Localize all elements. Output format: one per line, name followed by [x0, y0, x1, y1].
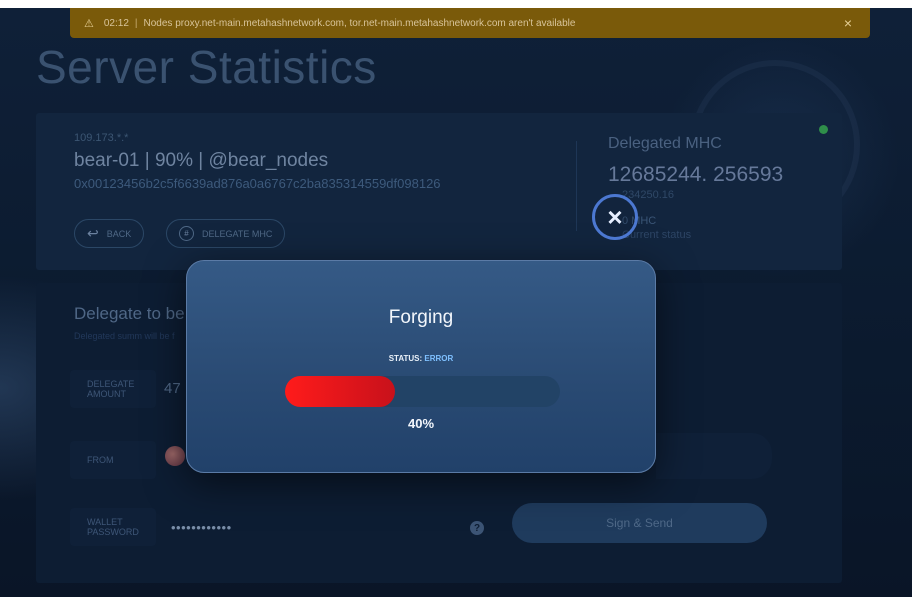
status-prefix: STATUS: [388, 354, 423, 363]
amount-label-line-1: DELEGATE [87, 379, 135, 389]
forging-modal: Forging STATUS: ERROR 40% [186, 260, 656, 473]
node-address: 0x00123456b2c5f6639ad876a0a6767c2ba83531… [74, 176, 441, 191]
banner-separator: | [134, 17, 138, 29]
delegated-value: 12685244. 256593 [608, 163, 784, 186]
help-icon[interactable]: ? [470, 521, 484, 535]
password-label-line-1: WALLET [87, 517, 123, 527]
modal-title: Forging [388, 307, 454, 328]
banner-time: 02:12 [103, 17, 129, 29]
online-status-dot [819, 125, 828, 134]
from-label-text: FROM [87, 455, 114, 465]
warning-banner: ⚠ 02:12 | Nodes proxy.net-main.metahashn… [70, 8, 870, 38]
node-name: bear-01 | 90% | @bear_nodes [74, 150, 329, 171]
modal-close-icon[interactable]: × [592, 194, 638, 240]
node-ip: 109.173.*.* [74, 132, 129, 144]
amount-label-line-2: AMOUNT [87, 389, 126, 399]
modal-status: STATUS: ERROR [187, 354, 655, 363]
node-card: 109.173.*.* bear-01 | 90% | @bear_nodes … [36, 113, 842, 270]
password-input[interactable]: •••••••••••• [171, 520, 232, 535]
form-title: Delegate to be [74, 304, 185, 323]
warning-icon: ⚠ [84, 17, 94, 30]
banner-message: Nodes proxy.net-main.metahashnetwork.com… [143, 17, 576, 29]
password-label-line-2: PASSWORD [87, 527, 139, 537]
back-arrow-icon: ↩ [87, 225, 99, 241]
page-title: Server Statistics [36, 41, 377, 93]
delegate-mhc-button[interactable]: # DELEGATE MHC [166, 219, 286, 248]
from-select[interactable] [656, 433, 772, 479]
wallet-avatar [165, 446, 185, 466]
amount-input[interactable]: 47 [164, 380, 181, 397]
hash-icon: # [179, 226, 194, 241]
card-divider [576, 141, 577, 231]
status-value: ERROR [424, 354, 454, 363]
form-subtitle: Delegated summ will be f [74, 331, 175, 341]
amount-label: DELEGATE AMOUNT [70, 370, 156, 408]
browser-top-strip [0, 0, 912, 8]
progress-track [285, 376, 560, 407]
back-label: BACK [106, 228, 132, 239]
back-button[interactable]: ↩ BACK [74, 219, 145, 248]
password-label: WALLET PASSWORD [70, 508, 156, 546]
from-label: FROM [70, 441, 156, 479]
delegated-title: Delegated MHC [608, 135, 722, 152]
progress-fill [285, 376, 395, 407]
progress-percent: 40% [407, 416, 435, 431]
delegate-label: DELEGATE MHC [202, 228, 273, 239]
sign-send-button[interactable]: Sign & Send [512, 503, 767, 543]
banner-close-icon[interactable]: × [844, 15, 852, 31]
